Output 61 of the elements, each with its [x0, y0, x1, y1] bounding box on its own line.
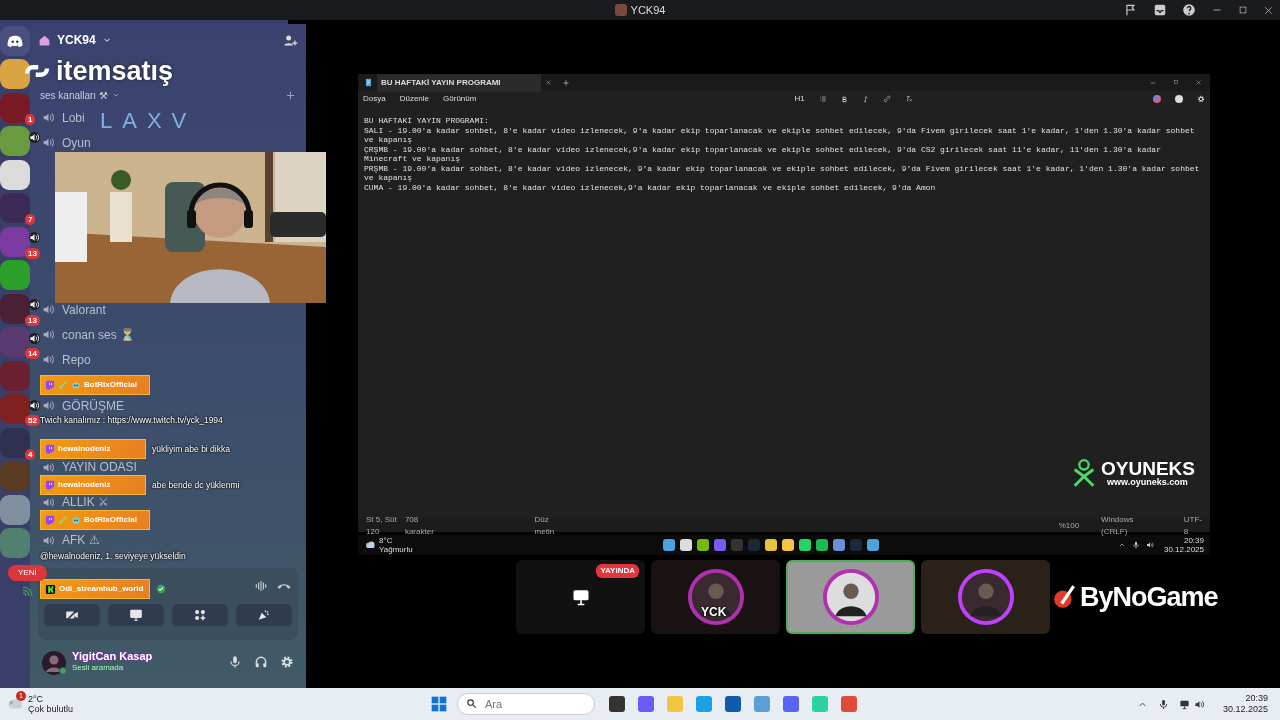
sponsor-logo-text: LAXV	[100, 110, 197, 132]
chat-message: abe bende dc yüklenmi	[152, 479, 240, 491]
text-line: PRŞMB - 19.00'a kadar sohbet, 8'e kadar video izlenecek, 9'a kadar ekip toparlanacak ve ekiple sohbet edilecek, 9'da Fivem girilecek saat 1'e kadar, 1'den 1.30'a kadar sohbet ve kapanış	[364, 163, 1201, 183]
chat-username: hewalnodeniz	[58, 479, 111, 491]
voice-channel[interactable]: Valorant	[62, 302, 106, 317]
participant-tile[interactable]: YCK	[651, 560, 780, 634]
sponsor-logo-text: ByNoGame	[1080, 580, 1218, 614]
temperature: 8°C	[379, 536, 394, 545]
weather-condition: Yağmurlu	[379, 545, 413, 554]
logo-text: YCK	[701, 604, 727, 621]
notification-badge: 14	[25, 348, 40, 359]
clock-time: 20:39	[1183, 536, 1204, 545]
status-text: St 5, Süt 120	[366, 513, 397, 537]
chat-username: BotRixOfficial	[84, 379, 137, 391]
status-text: %100	[1058, 519, 1080, 532]
text-line: BU HAFTAKİ YAYIN PROGRAMI:	[364, 116, 490, 126]
menu-item[interactable]: Görünüm	[443, 93, 477, 105]
chat-message: Twich kanalımız : https://www.twitch.tv/yck_1994	[40, 414, 223, 426]
temperature: 2°C	[28, 694, 45, 704]
chat-message: yükliyim abe bi dikka	[152, 443, 230, 455]
chat-username: Odi_streamhub_world	[59, 583, 144, 595]
voice-channel[interactable]: Oyun	[62, 135, 91, 150]
sponsor-logo-text: itemsatış	[56, 57, 174, 85]
username[interactable]: YigitCan Kasap	[72, 651, 153, 662]
participant-tile[interactable]: YAYINDA	[516, 560, 645, 634]
window-title: YCK94	[630, 2, 666, 18]
status-text: Windows (CRLF)	[1101, 513, 1135, 538]
notification-badge: 7	[25, 214, 36, 225]
chat-username: hewalnodeniz	[58, 443, 111, 455]
clock-date: 30.12.2025	[1222, 704, 1268, 715]
clock-date: 30.12.2025	[1163, 545, 1204, 554]
voice-channel[interactable]: AFK ⚠	[62, 533, 100, 547]
text-line: CUMA - 19.00'a kadar sohbet, 8'e kadar video izlenecek,9'a kadar ekip toparlanacak ve ekiple sohbet edilecek, 9'da Amon	[364, 182, 937, 192]
chat-message: @hewalnodeniz, 1. seviyeye yükseldin	[40, 550, 186, 562]
heading-dropdown[interactable]: H1	[794, 93, 805, 105]
live-badge: YAYINDA	[596, 564, 639, 578]
menu-item[interactable]: Düzenle	[399, 93, 430, 105]
document-tab[interactable]: BU HAFTAKİ YAYIN PROGRAMI	[377, 73, 541, 92]
sponsor-url: www.oyuneks.com	[1107, 478, 1189, 487]
new-messages-pill[interactable]: YENİ	[8, 565, 47, 581]
chat-username: BotRixOfficial	[84, 514, 137, 526]
search-field[interactable]: Ara	[457, 693, 596, 715]
clock-time: 20:39	[1245, 693, 1268, 704]
user-status: Sesli aramada	[72, 662, 125, 673]
status-text: Düz metin	[534, 513, 556, 538]
text-line: ÇRŞMB - 19.00'a kadar sohbet, 8'e kadar video izlenecek,9'a kadar ekip toparlanacak ve ekiple sohbet edilecek, 9'da CS2 girilecek saat 11'e kadar, 11'den 1.30'a kadar Minecraft ve kapanış	[364, 144, 1162, 164]
text-line: SALI - 19.00'a kadar sohbet, 8'e kadar video izlenecek, 9'a kadar ekip toparlanacak ve ekiple sohbet edilecek, 9'da Fivem girilecek saat 1'e kadar, 1'den 1.30'a kadar sohbet ve kapanış	[364, 125, 1196, 145]
voice-channel[interactable]: YAYIN ODASI	[62, 460, 137, 474]
status-text: UTF-8	[1183, 513, 1202, 538]
voice-channel[interactable]: Lobi	[62, 110, 85, 125]
voice-channel[interactable]: ALLIK ⚔	[62, 495, 110, 509]
voice-channel[interactable]: Repo	[62, 352, 91, 367]
status-text: 708 karakter	[404, 513, 435, 538]
server-name[interactable]: YCK94	[57, 31, 96, 49]
weather-condition: Çok bulutlu	[28, 704, 74, 714]
category-header[interactable]: ses kanalları ⚒	[40, 87, 108, 103]
notification-badge: 52	[25, 415, 40, 426]
menu-item[interactable]: Dosya	[363, 93, 386, 105]
sponsor-logo-text: OYUNEKS	[1101, 459, 1195, 478]
voice-channel[interactable]: conan ses ⏳	[62, 327, 136, 342]
voice-channel[interactable]: GÖRÜŞME	[62, 398, 124, 413]
